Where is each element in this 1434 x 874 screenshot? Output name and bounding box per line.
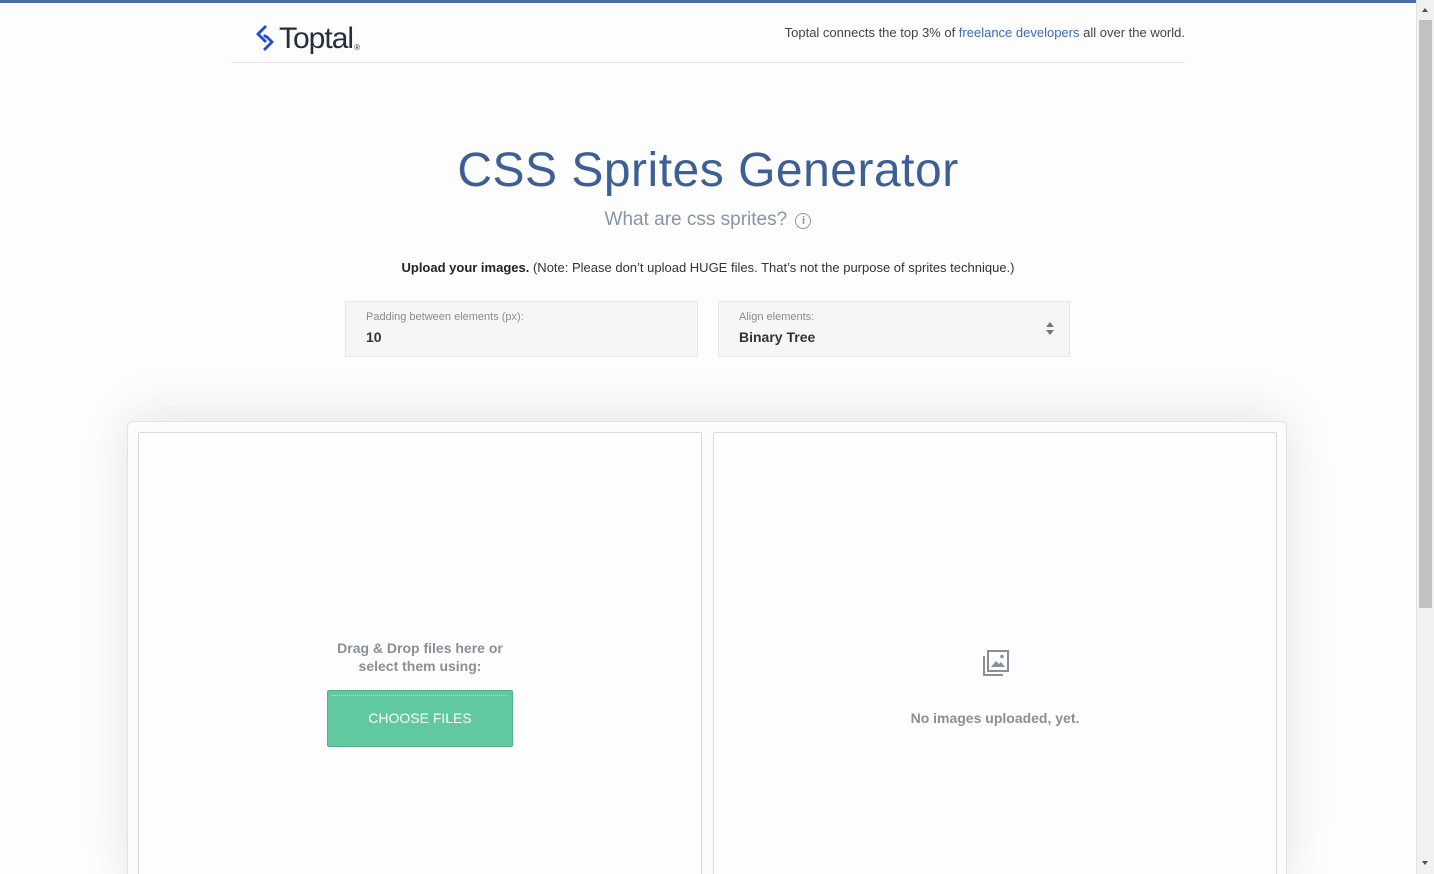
registered-mark: ® [354,43,360,52]
site-header: Toptal ® Toptal connects the top 3% of f… [231,4,1185,63]
scroll-down-arrow-icon[interactable] [1417,855,1434,872]
dropzone-line-1: Drag & Drop files here or [337,640,503,656]
no-images-message: No images uploaded, yet. [910,710,1080,726]
page-title: CSS Sprites Generator [457,144,959,197]
what-are-sprites-link[interactable]: What are css sprites? i [0,209,1416,231]
choose-files-button[interactable]: CHOOSE FILES [327,690,513,747]
upload-instructions: Upload your images. (Note: Please don’t … [0,260,1416,275]
freelance-developers-link[interactable]: freelance developers [959,25,1080,40]
dropzone-line-2: select them using: [358,658,482,674]
scroll-up-arrow-icon[interactable] [1417,2,1434,19]
padding-input[interactable]: 10 [366,329,382,345]
padding-field[interactable]: Padding between elements (px): 10 [345,301,698,357]
align-select[interactable]: Align elements: Binary Tree [718,301,1070,357]
top-accent-border [0,0,1416,3]
subtitle-text: What are css sprites? [604,209,788,230]
dropzone-instructions: Drag & Drop files here or select them us… [139,639,701,675]
tagline-text-before: Toptal connects the top 3% of [784,25,959,40]
header-tagline: Toptal connects the top 3% of freelance … [785,25,1185,40]
align-label: Align elements: [739,311,815,323]
sprite-workarea: Drag & Drop files here or select them us… [127,421,1287,874]
dropzone-panel[interactable]: Drag & Drop files here or select them us… [138,432,702,874]
upload-instructions-bold: Upload your images. [401,260,530,275]
vertical-scrollbar[interactable] [1416,0,1434,874]
select-arrows-icon[interactable] [1046,322,1055,336]
preview-panel: No images uploaded, yet. [713,432,1277,874]
image-gallery-icon [983,650,1009,676]
tagline-text-after: all over the world. [1079,25,1185,40]
align-selected-value[interactable]: Binary Tree [739,329,815,345]
scroll-thumb[interactable] [1419,20,1432,608]
info-icon[interactable]: i [795,213,812,229]
toptal-logo-mark-icon [256,25,274,51]
padding-label: Padding between elements (px): [366,311,524,323]
logo-text: Toptal [279,22,354,55]
page: Toptal ® Toptal connects the top 3% of f… [0,0,1434,874]
upload-instructions-note: (Note: Please don’t upload HUGE files. T… [529,260,1015,275]
toptal-logo[interactable]: Toptal ® [254,18,360,54]
